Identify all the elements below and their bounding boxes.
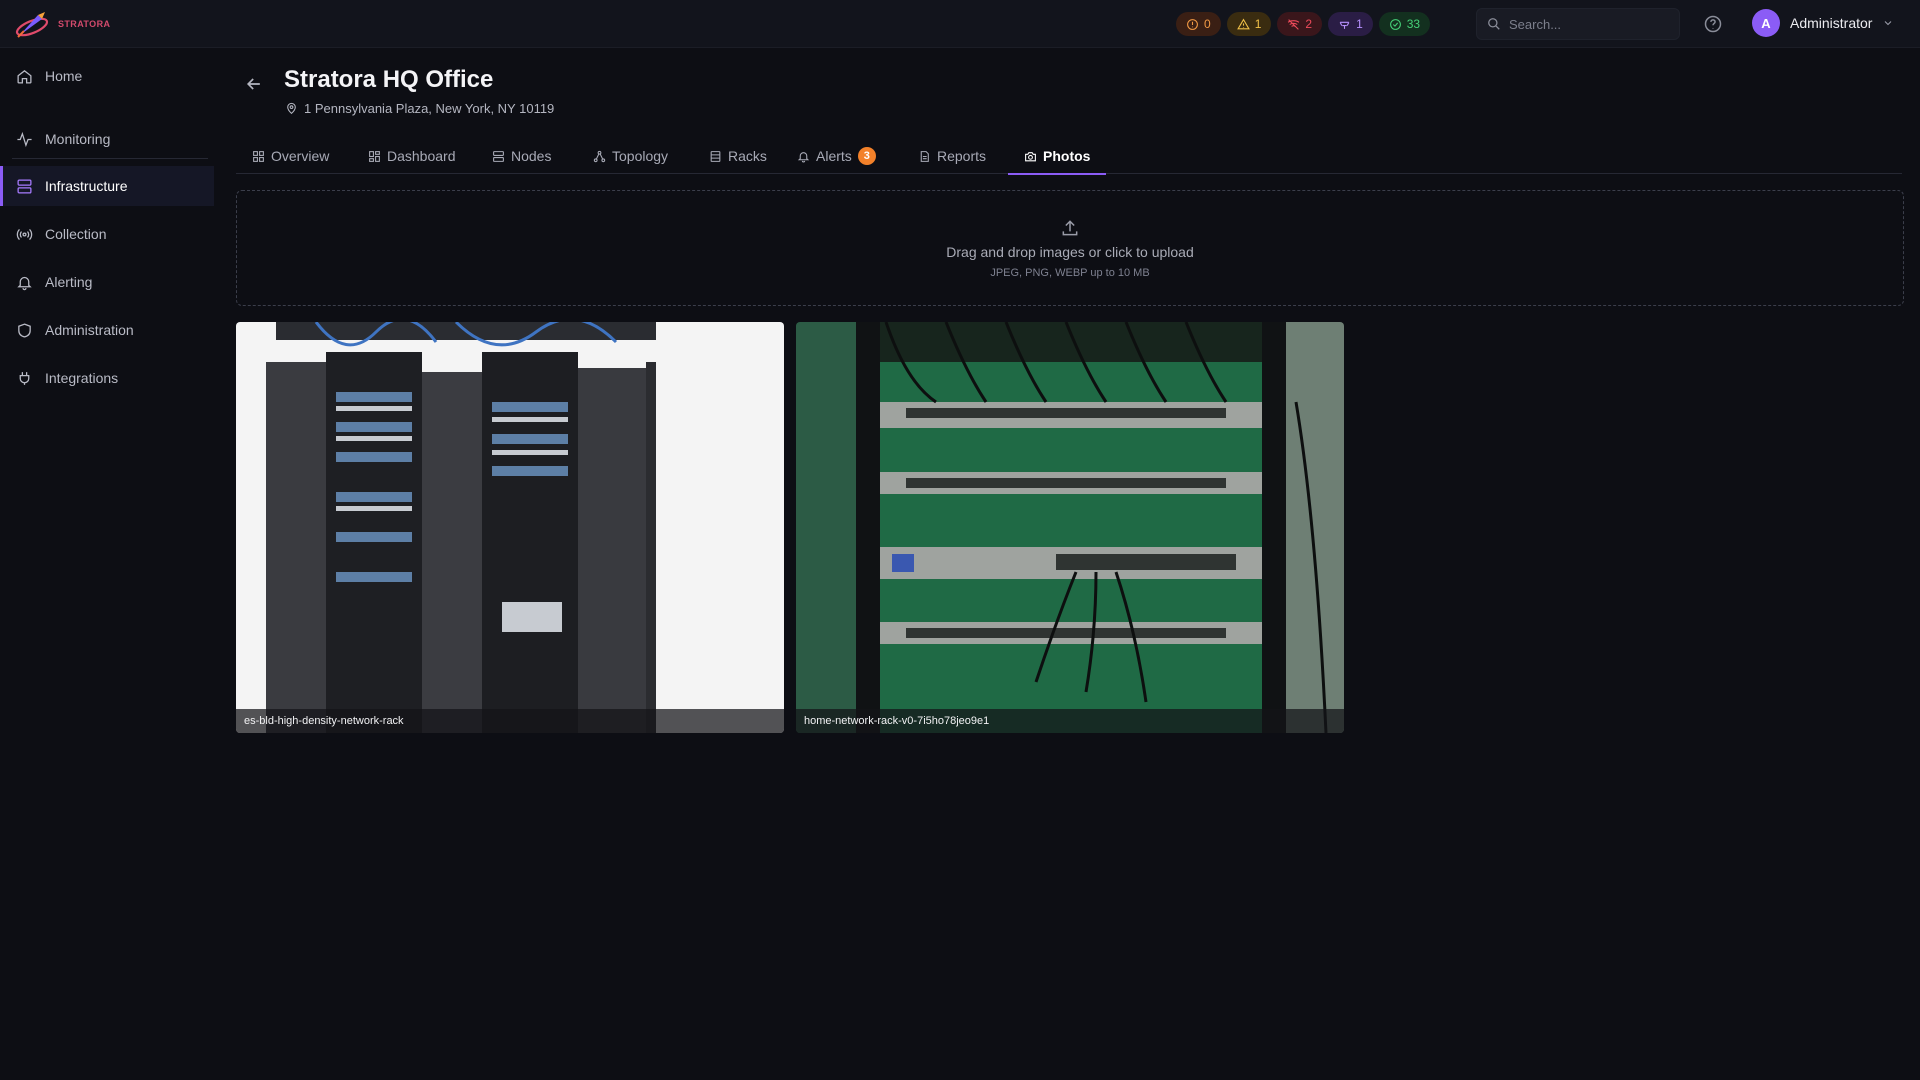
plug-icon — [19, 371, 30, 385]
critical-count-pill[interactable]: 0 — [1176, 12, 1221, 36]
user-menu[interactable]: A Administrator — [1752, 9, 1894, 37]
ok-count-pill[interactable]: 33 — [1378, 12, 1431, 36]
sidebar-item-monitoring[interactable]: Monitoring — [0, 119, 214, 159]
sidebar-item-label: Home — [45, 68, 83, 84]
tab-alerts[interactable]: Alerts 3 — [781, 138, 892, 174]
tab-label: Racks — [728, 148, 767, 164]
tab-label: Reports — [937, 148, 987, 164]
brand-name: STRATORA — [58, 19, 111, 29]
check-circle-icon — [1389, 18, 1401, 30]
file-icon — [920, 150, 929, 162]
address-text: 1 Pennsylvania Plaza, New York, NY 10119 — [304, 101, 555, 116]
tab-label: Nodes — [511, 148, 552, 164]
site-address: 1 Pennsylvania Plaza, New York, NY 10119 — [285, 101, 554, 116]
page-title: Stratora HQ Office — [284, 66, 494, 93]
camera-icon — [1025, 151, 1036, 161]
home-network-rack-photo — [796, 322, 1344, 733]
bell-icon — [17, 276, 32, 290]
top-bar: STRATORA 0 1 2 1 33 A Administrator — [0, 0, 1920, 48]
tab-label: Overview — [271, 148, 330, 164]
upload-constraints: JPEG, PNG, WEBP up to 10 MB — [990, 266, 1150, 279]
photo-card[interactable]: home-network-rack-v0-7i5ho78jeo9e1 — [796, 322, 1344, 733]
alert-circle-icon — [1187, 18, 1198, 30]
shield-icon — [18, 322, 31, 338]
rack-icon — [710, 150, 721, 162]
tab-reports[interactable]: Reports — [902, 138, 1002, 174]
sidebar-item-collection[interactable]: Collection — [0, 214, 214, 254]
down-count: 2 — [1305, 17, 1313, 31]
search-icon — [1488, 18, 1500, 30]
search-input[interactable] — [1509, 16, 1659, 32]
sidebar-item-administration[interactable]: Administration — [0, 310, 214, 350]
dashboard-icon — [369, 150, 380, 162]
tab-dashboard[interactable]: Dashboard — [352, 138, 472, 174]
server-icon — [17, 178, 32, 194]
help-icon[interactable] — [1703, 14, 1723, 34]
sidebar-item-infrastructure[interactable]: Infrastructure — [0, 166, 214, 206]
photo-card[interactable]: es-bld-high-density-network-rack — [236, 322, 784, 733]
status-summary: 0 1 2 1 33 — [1176, 12, 1431, 36]
critical-count: 0 — [1204, 17, 1211, 31]
sidebar-item-label: Alerting — [45, 274, 93, 290]
activity-icon — [17, 131, 32, 147]
brand-logo[interactable]: STRATORA — [14, 9, 110, 39]
alerts-count-badge: 3 — [857, 147, 876, 165]
chevron-down-icon — [1885, 21, 1892, 26]
topology-icon — [593, 150, 606, 162]
sidebar-item-integrations[interactable]: Integrations — [0, 358, 214, 398]
maintenance-count: 1 — [1356, 17, 1363, 31]
tab-nodes[interactable]: Nodes — [476, 138, 567, 174]
sidebar-item-label: Integrations — [45, 370, 119, 386]
tab-overview[interactable]: Overview — [236, 138, 345, 174]
sidebar-item-home[interactable]: Home — [0, 56, 214, 96]
maintenance-count-pill[interactable]: 1 — [1328, 12, 1373, 36]
warning-triangle-icon — [1236, 18, 1250, 29]
upload-icon — [1062, 219, 1078, 235]
ok-count: 33 — [1406, 17, 1421, 31]
tab-topology[interactable]: Topology — [577, 138, 684, 174]
sidebar: Home Monitoring Infrastructure Collectio… — [0, 48, 214, 1080]
home-icon — [17, 69, 32, 84]
sidebar-item-label: Monitoring — [45, 131, 111, 147]
back-arrow-icon[interactable] — [244, 74, 264, 94]
network-rack-photo — [236, 322, 784, 733]
upload-instructions: Drag and drop images or click to upload — [946, 243, 1194, 260]
user-name: Administrator — [1790, 15, 1873, 31]
photo-caption: home-network-rack-v0-7i5ho78jeo9e1 — [796, 709, 1344, 733]
sidebar-item-label: Administration — [45, 322, 134, 338]
map-pin-icon — [287, 102, 296, 115]
tab-label: Dashboard — [387, 148, 456, 164]
warning-count-pill[interactable]: 1 — [1226, 12, 1272, 36]
rocket-logo-icon — [15, 12, 49, 38]
wifi-off-icon — [1288, 18, 1300, 30]
radio-icon — [16, 228, 33, 240]
site-tabs: Overview Dashboard Nodes Topology Racks … — [236, 138, 1902, 175]
server-icon — [493, 150, 504, 162]
tab-photos[interactable]: Photos — [1008, 138, 1107, 175]
tab-label: Alerts — [816, 148, 852, 164]
photo-caption: es-bld-high-density-network-rack — [236, 709, 784, 733]
sidebar-item-alerting[interactable]: Alerting — [0, 262, 214, 302]
avatar: A — [1752, 9, 1780, 37]
tab-label: Topology — [612, 148, 669, 164]
down-count-pill[interactable]: 2 — [1277, 12, 1323, 36]
tab-label: Photos — [1043, 148, 1091, 164]
photo-upload-dropzone[interactable]: Drag and drop images or click to upload … — [236, 190, 1904, 306]
sidebar-item-label: Infrastructure — [45, 178, 128, 194]
grid-icon — [253, 150, 264, 162]
global-search[interactable] — [1476, 8, 1680, 40]
tab-racks[interactable]: Racks — [693, 138, 783, 174]
wrench-icon — [1339, 21, 1350, 29]
sidebar-item-label: Collection — [45, 226, 107, 242]
warning-count: 1 — [1254, 17, 1262, 31]
bell-icon — [797, 151, 810, 162]
